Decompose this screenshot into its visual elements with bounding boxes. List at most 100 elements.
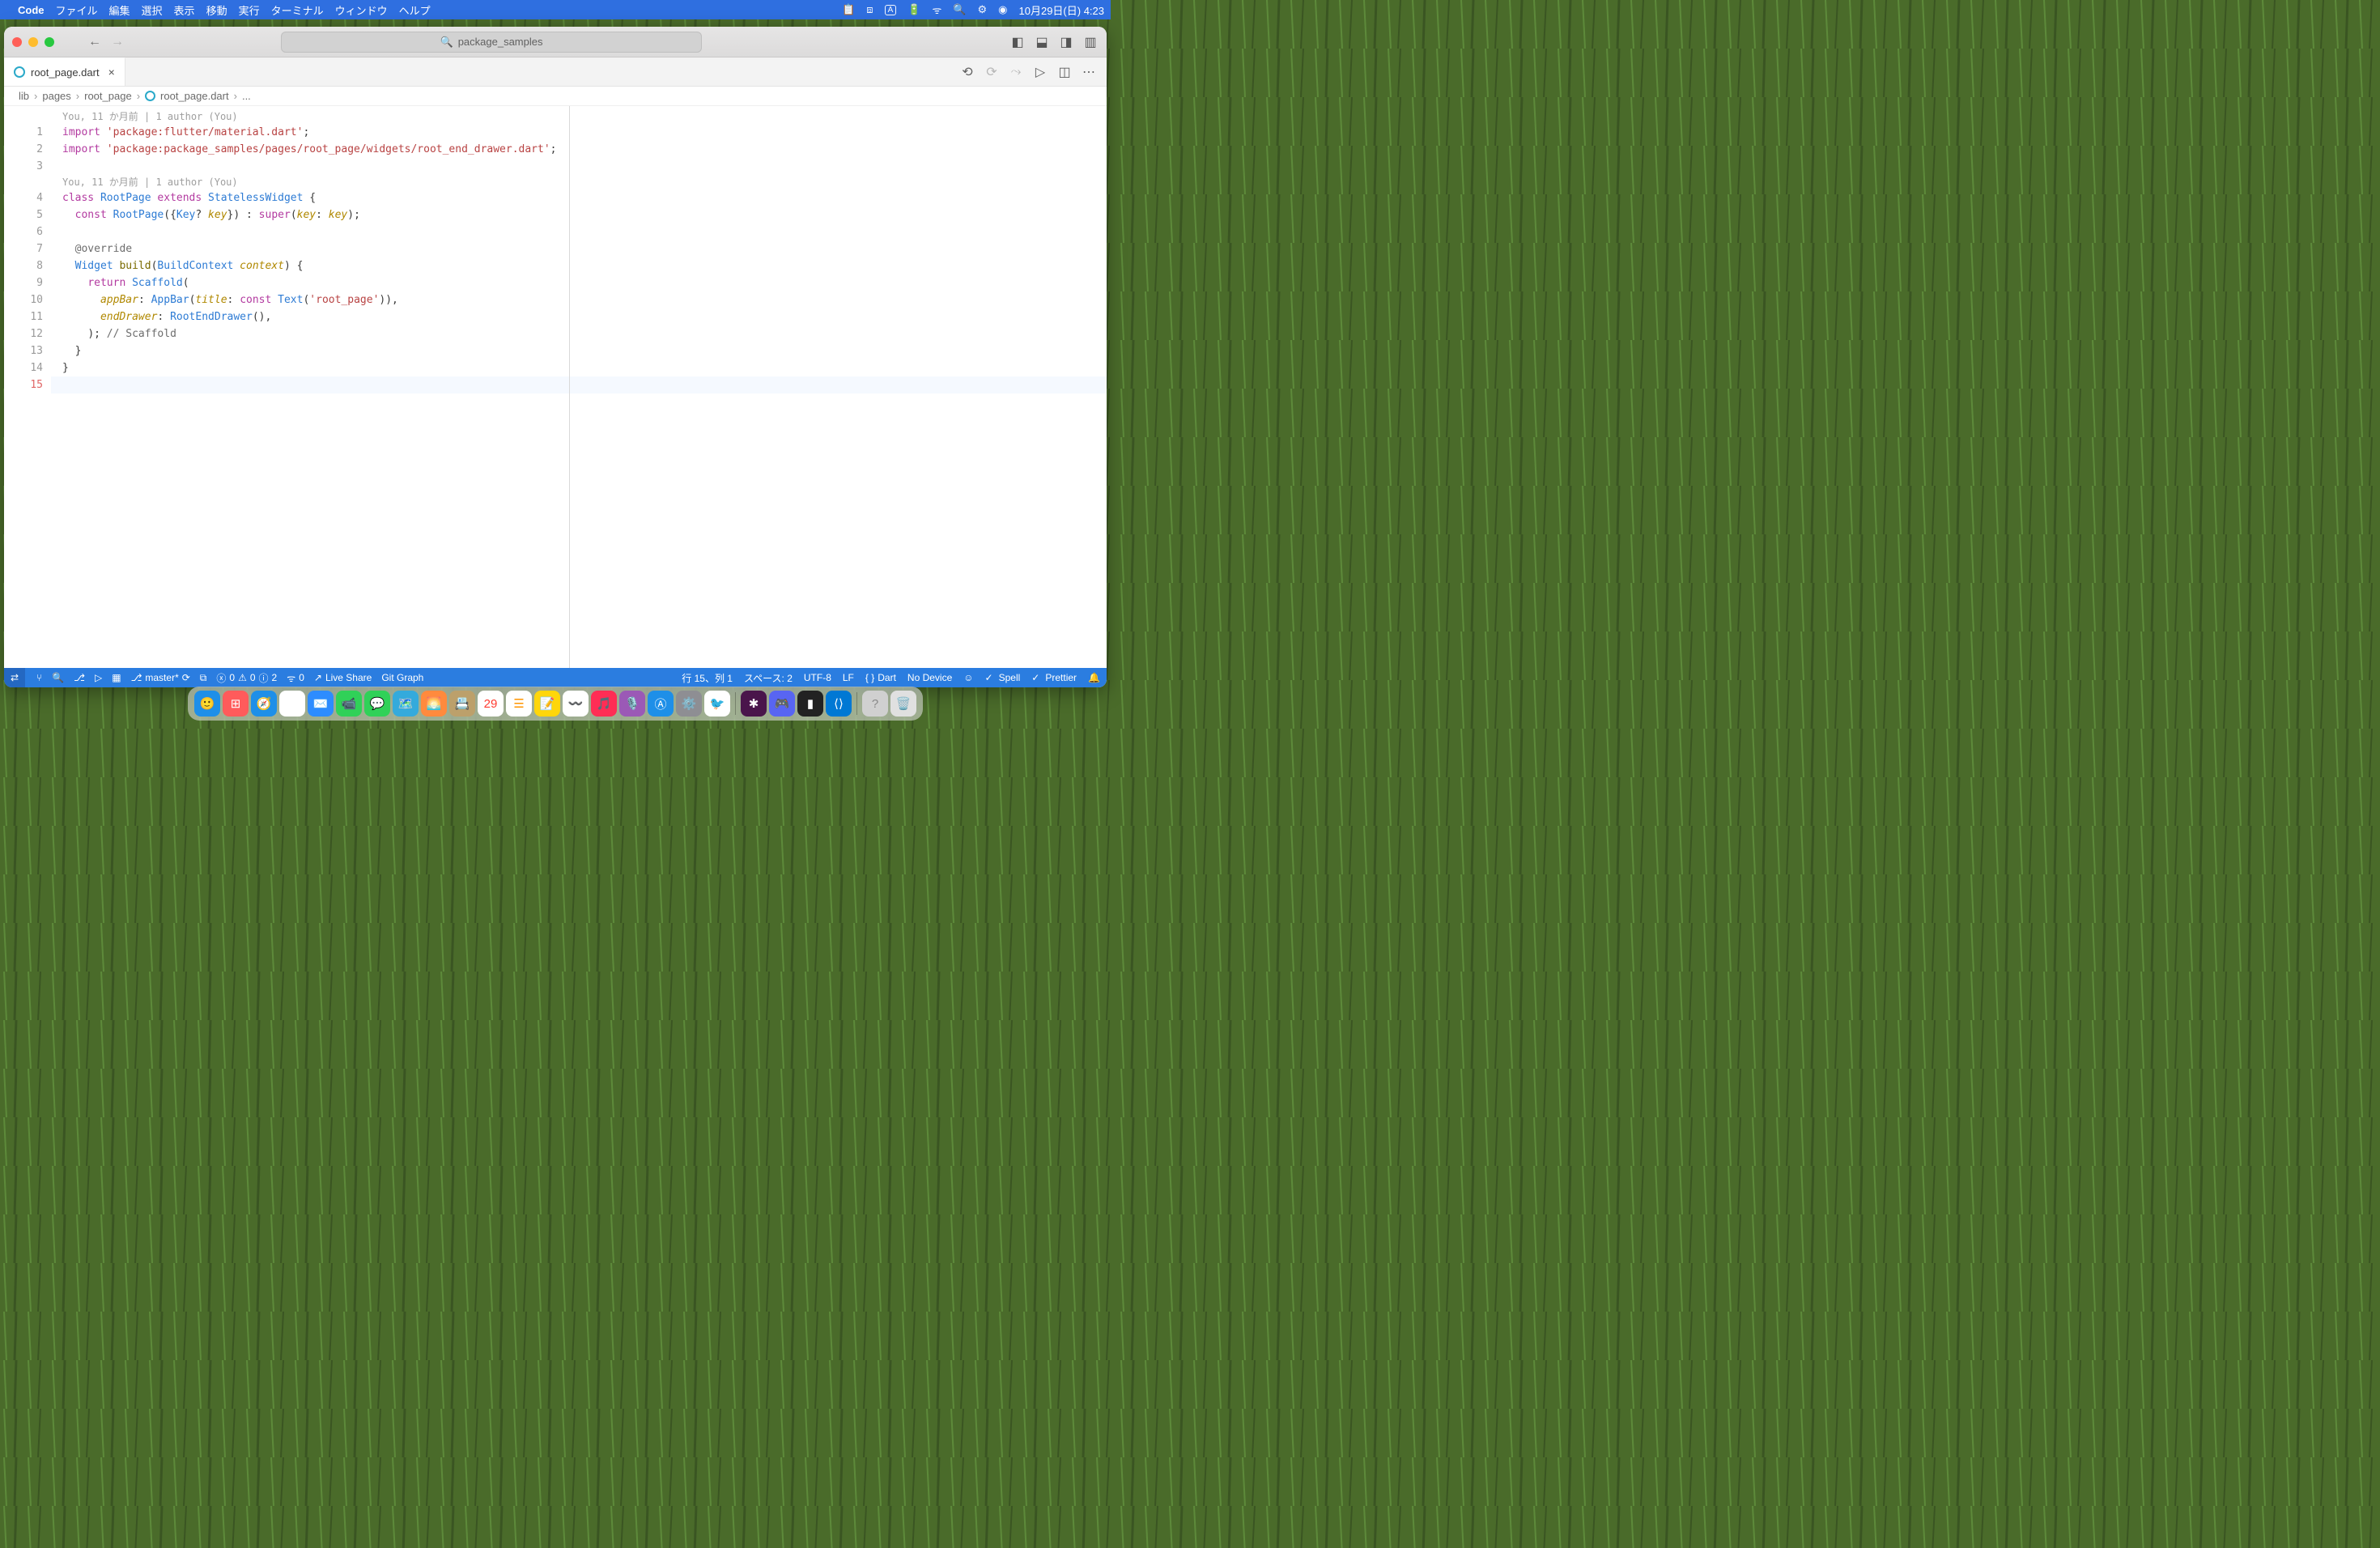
dock-app-appstore[interactable]: Ⓐ xyxy=(648,691,674,717)
status-problems[interactable]: ⓧ 0 ⚠ 0 ⓘ 2 xyxy=(216,671,277,685)
line-number: 9 xyxy=(4,274,43,291)
menubar-clock[interactable]: 10月29日(日) 4:23 xyxy=(1019,2,1105,18)
dock-app-contacts[interactable]: 📇 xyxy=(449,691,475,717)
siri-icon[interactable]: ◉ xyxy=(998,3,1007,16)
breadcrumb[interactable]: lib› pages› root_page› root_page.dart› .… xyxy=(4,87,1107,106)
dock-app-chrome[interactable]: ◉ xyxy=(279,691,305,717)
breadcrumb-part[interactable]: root_page xyxy=(84,90,132,102)
breadcrumb-part[interactable]: ... xyxy=(242,90,251,102)
dock-app-discord[interactable]: 🎮 xyxy=(769,691,795,717)
breadcrumb-part[interactable]: root_page.dart xyxy=(160,90,229,102)
menu-window[interactable]: ウィンドウ xyxy=(335,2,388,18)
status-debug-icon[interactable]: ▷ xyxy=(95,672,102,683)
nav-forward-icon[interactable]: → xyxy=(111,35,124,49)
spotlight-icon[interactable]: 🔍 xyxy=(953,3,966,16)
status-indentation[interactable]: スペース: 2 xyxy=(744,671,793,685)
dock-app-freeform[interactable]: 〰️ xyxy=(563,691,589,717)
titlebar: ← → 🔍 package_samples ◧ ⬓ ◨ ▥ xyxy=(4,27,1107,57)
flutter-restart-icon[interactable]: ⟳ xyxy=(984,64,1000,80)
flutter-attach-icon[interactable]: ⟲ xyxy=(959,64,975,80)
status-copilot-icon[interactable]: ☺ xyxy=(963,672,973,683)
menu-terminal[interactable]: ターミナル xyxy=(271,2,324,18)
run-file-icon[interactable]: ▷ xyxy=(1032,64,1048,80)
line-number: 4 xyxy=(4,189,43,206)
status-scm-icon[interactable]: ⑂ xyxy=(36,672,42,683)
window-close-button[interactable] xyxy=(12,37,22,47)
dock-app-launchpad[interactable]: ⊞ xyxy=(223,691,249,717)
dock-app-vscode[interactable]: ⟨⟩ xyxy=(826,691,852,717)
layout-sidebar-left-icon[interactable]: ◧ xyxy=(1009,34,1026,50)
control-center-icon[interactable]: ⚙ xyxy=(978,3,988,16)
window-minimize-button[interactable] xyxy=(28,37,38,47)
status-branch-icon[interactable]: ⎇ xyxy=(74,672,85,683)
tab-close-icon[interactable]: × xyxy=(108,66,115,79)
dock-app-messages[interactable]: 💬 xyxy=(364,691,390,717)
tab-root-page[interactable]: root_page.dart × xyxy=(4,57,125,86)
status-cursor-position[interactable]: 行 15、列 1 xyxy=(682,671,733,685)
menubar-app-name[interactable]: Code xyxy=(18,4,45,16)
menu-run[interactable]: 実行 xyxy=(239,2,260,18)
status-search-icon[interactable]: 🔍 xyxy=(52,672,64,683)
layout-panel-icon[interactable]: ⬓ xyxy=(1034,34,1050,50)
dock-app-twitter[interactable]: 🐦 xyxy=(704,691,730,717)
dock-app-trash[interactable]: 🗑️ xyxy=(890,691,916,717)
codelens[interactable]: You, 11 か月前 | 1 author (You) xyxy=(51,109,1107,124)
status-prettier[interactable]: Prettier xyxy=(1031,672,1077,683)
menu-file[interactable]: ファイル xyxy=(56,2,98,18)
dock-app-safari[interactable]: 🧭 xyxy=(251,691,277,717)
dock-app-calendar[interactable]: 29 xyxy=(478,691,504,717)
input-source-icon[interactable]: A xyxy=(885,5,897,15)
breadcrumb-part[interactable]: lib xyxy=(19,90,29,102)
status-eol[interactable]: LF xyxy=(843,672,854,683)
status-ports[interactable]: ᯤ 0 xyxy=(287,671,304,685)
editor[interactable]: 1 2 3 4 5 6 7 8 9 10 11 12 13 14 15 You,… xyxy=(4,106,1107,668)
command-center[interactable]: 🔍 package_samples xyxy=(281,32,702,53)
flutter-hot-reload-icon[interactable]: ⤳ xyxy=(1008,65,1024,79)
more-actions-icon[interactable]: ⋯ xyxy=(1081,64,1097,80)
wifi-icon[interactable]: ᯤ xyxy=(932,2,941,17)
line-number: 5 xyxy=(4,206,43,223)
split-editor-icon[interactable]: ◫ xyxy=(1056,64,1073,80)
dock-app-notes[interactable]: 📝 xyxy=(534,691,560,717)
status-device[interactable]: No Device xyxy=(907,672,952,683)
remote-indicator[interactable]: ⇄ xyxy=(4,668,25,687)
line-number: 10 xyxy=(4,291,43,308)
code-area[interactable]: You, 11 か月前 | 1 author (You) import 'pac… xyxy=(51,106,1107,668)
dropbox-icon[interactable]: ⧈ xyxy=(866,3,873,16)
codelens[interactable]: You, 11 か月前 | 1 author (You) xyxy=(51,175,1107,189)
status-live-share[interactable]: ↗ Live Share xyxy=(314,672,372,683)
menu-view[interactable]: 表示 xyxy=(174,2,195,18)
menu-edit[interactable]: 編集 xyxy=(109,2,130,18)
status-git-graph[interactable]: Git Graph xyxy=(381,672,423,683)
layout-sidebar-right-icon[interactable]: ◨ xyxy=(1058,34,1074,50)
status-spell[interactable]: Spell xyxy=(985,672,1021,683)
dock-app-music[interactable]: 🎵 xyxy=(591,691,617,717)
status-encoding[interactable]: UTF-8 xyxy=(804,672,831,683)
clipboard-icon[interactable]: 📋 xyxy=(842,3,855,16)
dock-app-podcasts[interactable]: 🎙️ xyxy=(619,691,645,717)
dock-app-mail[interactable]: ✉️ xyxy=(308,691,334,717)
window-maximize-button[interactable] xyxy=(45,37,54,47)
dock-app-facetime[interactable]: 📹 xyxy=(336,691,362,717)
breadcrumb-part[interactable]: pages xyxy=(42,90,70,102)
menu-help[interactable]: ヘルプ xyxy=(399,2,431,18)
dock-app-reminders[interactable]: ☰ xyxy=(506,691,532,717)
status-git-graph-icon[interactable]: ⧉ xyxy=(200,672,207,684)
dock-app-slack[interactable]: ✱ xyxy=(741,691,767,717)
status-layout-icon[interactable]: ▦ xyxy=(112,672,121,683)
dock-app-finder[interactable]: 🙂 xyxy=(194,691,220,717)
nav-back-icon[interactable]: ← xyxy=(88,35,101,49)
menu-select[interactable]: 選択 xyxy=(142,2,163,18)
status-git-branch[interactable]: ⎇ master* ⟳ xyxy=(131,672,190,683)
dock-app-terminal[interactable]: ▮ xyxy=(797,691,823,717)
battery-icon[interactable]: 🔋 xyxy=(907,3,920,16)
menu-go[interactable]: 移動 xyxy=(206,2,227,18)
dock-app-photos[interactable]: 🌅 xyxy=(421,691,447,717)
status-notifications-icon[interactable]: 🔔 xyxy=(1088,672,1100,683)
layout-customize-icon[interactable]: ▥ xyxy=(1082,34,1099,50)
dock-app-unknown[interactable]: ? xyxy=(862,691,888,717)
status-language[interactable]: { } Dart xyxy=(865,672,896,683)
dock-app-settings[interactable]: ⚙️ xyxy=(676,691,702,717)
line-number: 14 xyxy=(4,359,43,376)
dock-app-maps[interactable]: 🗺️ xyxy=(393,691,419,717)
